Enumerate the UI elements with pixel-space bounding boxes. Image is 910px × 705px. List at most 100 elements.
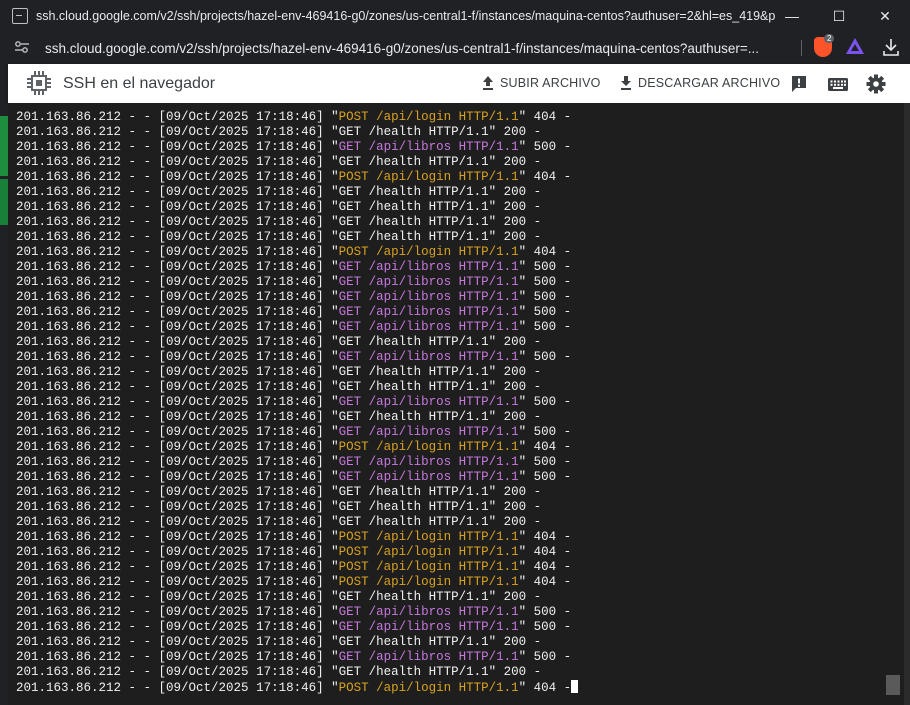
status-code: 200: [503, 215, 527, 229]
address-bar: ssh.cloud.google.com/v2/ssh/projects/haz…: [0, 32, 910, 64]
request-line: GET /health HTTP/1.1: [338, 410, 489, 424]
log-line: 201.163.86.212 - - [09/Oct/2025 17:18:46…: [16, 185, 542, 199]
brave-shields-icon[interactable]: 2: [814, 34, 835, 57]
log-line: 201.163.86.212 - - [09/Oct/2025 17:18:46…: [16, 590, 542, 604]
client-ip: 201.163.86.212: [16, 200, 122, 214]
request-line: GET /health HTTP/1.1: [338, 335, 489, 349]
log-timestamp: [09/Oct/2025 17:18:46]: [158, 275, 324, 289]
status-code: 200: [503, 365, 527, 379]
request-line: POST /api/login HTTP/1.1: [338, 560, 519, 574]
status-code: 200: [503, 635, 527, 649]
status-code: 404: [533, 681, 557, 695]
background-green-block: [0, 179, 8, 225]
client-ip: 201.163.86.212: [16, 125, 122, 139]
client-ip: 201.163.86.212: [16, 665, 122, 679]
request-line: GET /health HTTP/1.1: [338, 365, 489, 379]
brave-rewards-icon[interactable]: [846, 38, 864, 54]
request-line: GET /health HTTP/1.1: [338, 230, 489, 244]
browser-download-icon[interactable]: [881, 37, 901, 57]
client-ip: 201.163.86.212: [16, 110, 122, 124]
request-line: POST /api/login HTTP/1.1: [338, 530, 519, 544]
request-line: GET /health HTTP/1.1: [338, 380, 489, 394]
maximize-button[interactable]: ☐: [816, 0, 862, 32]
url-field[interactable]: ssh.cloud.google.com/v2/ssh/projects/haz…: [45, 41, 795, 56]
log-line: 201.163.86.212 - - [09/Oct/2025 17:18:46…: [16, 545, 572, 559]
request-line: GET /api/libros HTTP/1.1: [338, 275, 519, 289]
status-code: 500: [533, 320, 557, 334]
feedback-icon[interactable]: [789, 74, 809, 94]
close-button[interactable]: ✕: [862, 0, 908, 32]
log-line: 201.163.86.212 - - [09/Oct/2025 17:18:46…: [16, 140, 572, 154]
log-line: 201.163.86.212 - - [09/Oct/2025 17:18:46…: [16, 650, 572, 664]
log-timestamp: [09/Oct/2025 17:18:46]: [158, 530, 324, 544]
log-timestamp: [09/Oct/2025 17:18:46]: [158, 245, 324, 259]
log-line: 201.163.86.212 - - [09/Oct/2025 17:18:46…: [16, 395, 572, 409]
terminal-cursor: [571, 680, 579, 693]
log-line: 201.163.86.212 - - [09/Oct/2025 17:18:46…: [16, 635, 542, 649]
client-ip: 201.163.86.212: [16, 215, 122, 229]
log-line: 201.163.86.212 - - [09/Oct/2025 17:18:46…: [16, 155, 542, 169]
client-ip: 201.163.86.212: [16, 245, 122, 259]
log-line: 201.163.86.212 - - [09/Oct/2025 17:18:46…: [16, 380, 542, 394]
log-line: 201.163.86.212 - - [09/Oct/2025 17:18:46…: [16, 290, 572, 304]
request-line: GET /api/libros HTTP/1.1: [338, 455, 519, 469]
log-timestamp: [09/Oct/2025 17:18:46]: [158, 185, 324, 199]
client-ip: 201.163.86.212: [16, 380, 122, 394]
upload-file-button[interactable]: SUBIR ARCHIVO: [480, 75, 601, 91]
log-timestamp: [09/Oct/2025 17:18:46]: [158, 140, 324, 154]
log-timestamp: [09/Oct/2025 17:18:46]: [158, 650, 324, 664]
status-code: 404: [533, 170, 557, 184]
status-code: 500: [533, 350, 557, 364]
status-code: 404: [533, 560, 557, 574]
log-lines: 201.163.86.212 - - [09/Oct/2025 17:18:46…: [16, 110, 579, 695]
log-line: 201.163.86.212 - - [09/Oct/2025 17:18:46…: [16, 305, 572, 319]
log-timestamp: [09/Oct/2025 17:18:46]: [158, 575, 324, 589]
log-timestamp: [09/Oct/2025 17:18:46]: [158, 425, 324, 439]
client-ip: 201.163.86.212: [16, 620, 122, 634]
download-file-button[interactable]: DESCARGAR ARCHIVO: [618, 75, 780, 91]
request-line: POST /api/login HTTP/1.1: [338, 110, 519, 124]
minimize-button[interactable]: —: [769, 0, 815, 32]
log-line: 201.163.86.212 - - [09/Oct/2025 17:18:46…: [16, 125, 542, 139]
status-code: 200: [503, 515, 527, 529]
request-line: GET /health HTTP/1.1: [338, 155, 489, 169]
log-timestamp: [09/Oct/2025 17:18:46]: [158, 410, 324, 424]
client-ip: 201.163.86.212: [16, 305, 122, 319]
log-timestamp: [09/Oct/2025 17:18:46]: [158, 215, 324, 229]
status-code: 200: [503, 380, 527, 394]
log-line: 201.163.86.212 - - [09/Oct/2025 17:18:46…: [16, 230, 542, 244]
client-ip: 201.163.86.212: [16, 350, 122, 364]
keyboard-icon[interactable]: [827, 74, 849, 94]
log-timestamp: [09/Oct/2025 17:18:46]: [158, 590, 324, 604]
status-code: 404: [533, 245, 557, 259]
request-line: GET /health HTTP/1.1: [338, 215, 489, 229]
log-timestamp: [09/Oct/2025 17:18:46]: [158, 365, 324, 379]
log-line: 201.163.86.212 - - [09/Oct/2025 17:18:46…: [16, 275, 572, 289]
terminal-output[interactable]: 201.163.86.212 - - [09/Oct/2025 17:18:46…: [8, 103, 904, 705]
log-line: 201.163.86.212 - - [09/Oct/2025 17:18:46…: [16, 350, 572, 364]
address-separator: [801, 40, 802, 56]
request-line: GET /health HTTP/1.1: [338, 665, 489, 679]
site-settings-icon[interactable]: [14, 40, 32, 57]
status-code: 200: [503, 665, 527, 679]
background-window-strip: [904, 103, 910, 705]
request-line: GET /api/libros HTTP/1.1: [338, 140, 519, 154]
status-code: 500: [533, 470, 557, 484]
request-line: POST /api/login HTTP/1.1: [338, 170, 519, 184]
status-code: 404: [533, 530, 557, 544]
terminal-scrollbar[interactable]: [886, 675, 900, 695]
chip-icon: [26, 70, 52, 96]
request-line: GET /health HTTP/1.1: [338, 500, 489, 514]
client-ip: 201.163.86.212: [16, 260, 122, 274]
status-code: 500: [533, 305, 557, 319]
request-line: POST /api/login HTTP/1.1: [338, 575, 519, 589]
client-ip: 201.163.86.212: [16, 410, 122, 424]
status-code: 200: [503, 590, 527, 604]
download-icon: [618, 75, 634, 91]
log-timestamp: [09/Oct/2025 17:18:46]: [158, 125, 324, 139]
status-code: 500: [533, 275, 557, 289]
terminal-favicon-icon: [12, 8, 28, 24]
status-code: 200: [503, 230, 527, 244]
request-line: GET /health HTTP/1.1: [338, 485, 489, 499]
settings-gear-icon[interactable]: [866, 74, 886, 94]
